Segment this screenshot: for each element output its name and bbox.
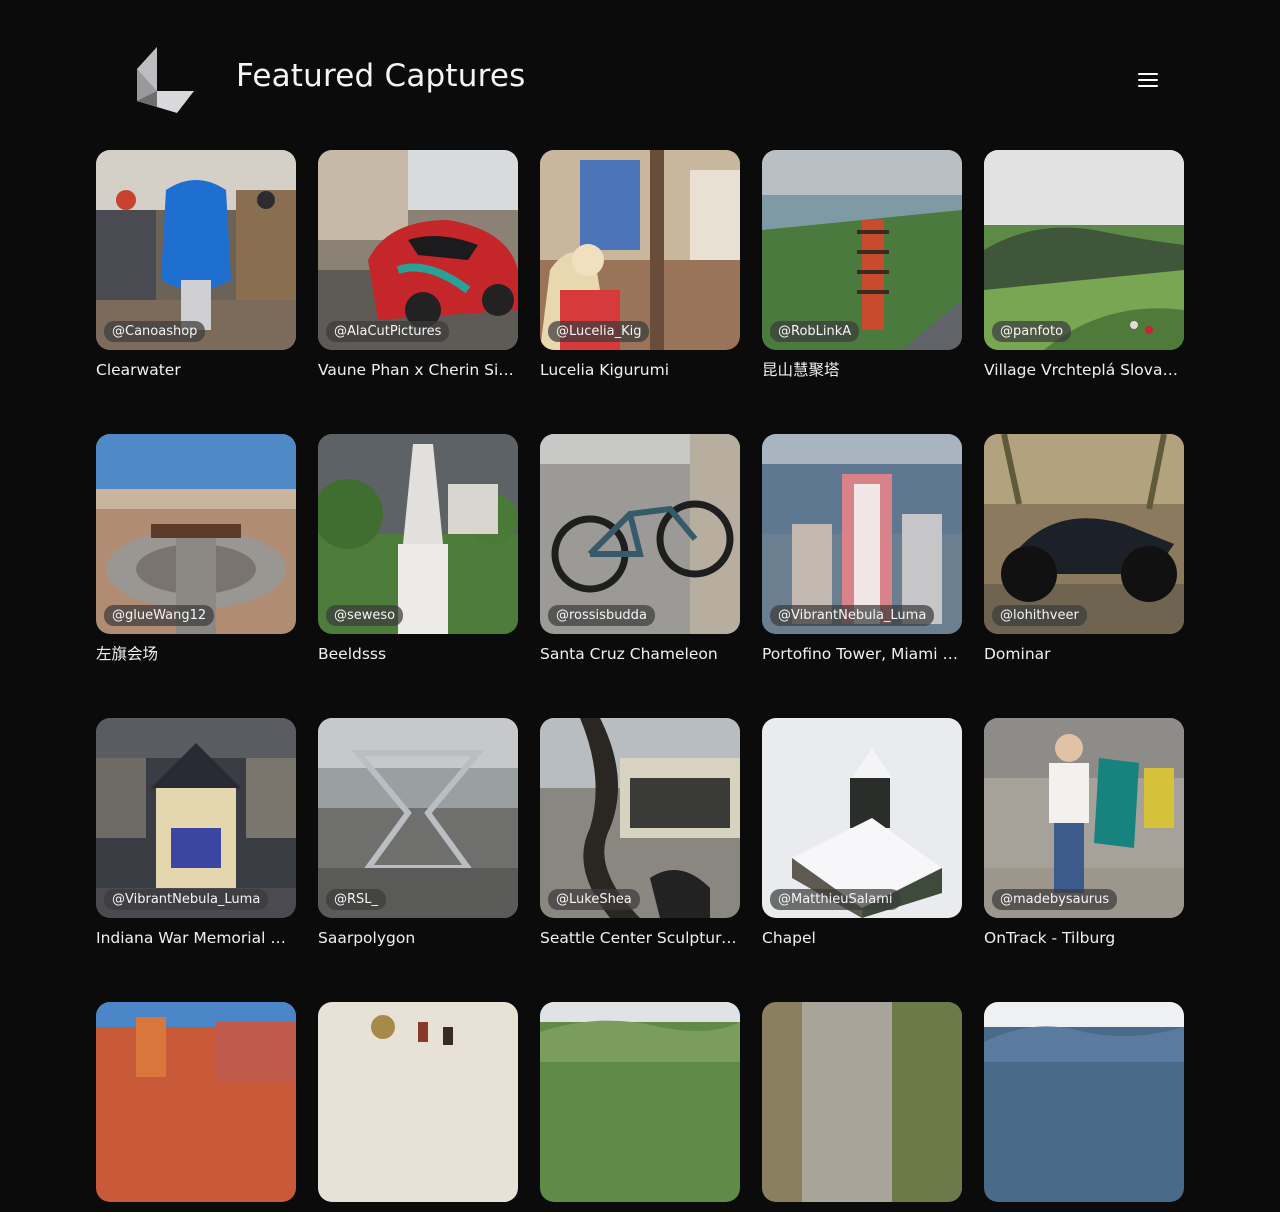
capture-card[interactable]: @VibrantNebula_Luma Portofino Tower, Mia… — [762, 434, 962, 664]
captures-grid: @Canoashop Clearwater @AlaCutPictures Va… — [96, 150, 1184, 1212]
capture-thumbnail[interactable]: @rossisbudda — [540, 434, 740, 634]
capture-title: Village Vrchteplá Slovakia — [984, 361, 1184, 379]
capture-card[interactable]: @lohithveer Dominar — [984, 434, 1184, 664]
capture-thumbnail[interactable] — [318, 1002, 518, 1202]
capture-card[interactable] — [540, 1002, 740, 1212]
capture-title: Seattle Center Sculpture Garden — [540, 929, 740, 947]
capture-title: Lucelia Kigurumi — [540, 361, 670, 379]
store-photo — [96, 150, 296, 350]
capture-thumbnail[interactable]: @RSL_ — [318, 718, 518, 918]
capture-thumbnail[interactable] — [96, 1002, 296, 1202]
room-photo — [540, 150, 740, 350]
author-handle: @AlaCutPictures — [326, 321, 450, 342]
author-handle: @RSL_ — [326, 889, 387, 910]
author-handle: @Canoashop — [104, 321, 206, 342]
capture-thumbnail[interactable]: @MatthieuSalami — [762, 718, 962, 918]
author-handle: @VibrantNebula_Luma — [770, 605, 935, 626]
author-handle: @panfoto — [992, 321, 1072, 342]
bicycle-photo — [540, 434, 740, 634]
capture-title: Dominar — [984, 645, 1051, 663]
capture-title: Clearwater — [96, 361, 181, 379]
capture-title: 昆山慧聚塔 — [762, 361, 840, 379]
capture-thumbnail[interactable] — [762, 1002, 962, 1202]
capture-thumbnail[interactable] — [984, 1002, 1184, 1202]
interior-photo — [318, 1002, 518, 1202]
page-header: Featured Captures — [0, 0, 1280, 150]
capture-card[interactable]: @VibrantNebula_Luma Indiana War Memorial… — [96, 718, 296, 948]
capture-title: Saarpolygon — [318, 929, 416, 947]
hills-photo — [540, 1002, 740, 1202]
capture-card[interactable] — [318, 1002, 518, 1212]
pagoda-photo — [762, 150, 962, 350]
motorcycle-photo — [984, 434, 1184, 634]
capture-thumbnail[interactable]: @lohithveer — [984, 434, 1184, 634]
capture-card[interactable]: @madebysaurus OnTrack - Tilburg — [984, 718, 1184, 948]
hamburger-menu-icon[interactable] — [1130, 63, 1166, 97]
capture-card[interactable]: @seweso Beeldsss — [318, 434, 518, 664]
capture-title: Santa Cruz Chameleon — [540, 645, 718, 663]
capture-title: Chapel — [762, 929, 816, 947]
memorial-photo — [96, 718, 296, 918]
capture-card[interactable] — [984, 1002, 1184, 1212]
capture-title: Portofino Tower, Miami Beach — [762, 645, 962, 663]
capture-thumbnail[interactable]: @panfoto — [984, 150, 1184, 350]
capture-title: Indiana War Memorial & Museum — [96, 929, 296, 947]
cube-corner-logo-icon[interactable] — [137, 47, 194, 113]
capture-card[interactable]: @LukeShea Seattle Center Sculpture Garde… — [540, 718, 740, 948]
capture-card[interactable]: @rossisbudda Santa Cruz Chameleon — [540, 434, 740, 664]
capture-card[interactable]: @RobLinkA 昆山慧聚塔 — [762, 150, 962, 380]
valley-photo — [984, 150, 1184, 350]
capture-card[interactable]: @panfoto Village Vrchteplá Slovakia — [984, 150, 1184, 380]
capture-thumbnail[interactable]: @LukeShea — [540, 718, 740, 918]
author-handle: @MatthieuSalami — [770, 889, 901, 910]
author-handle: @VibrantNebula_Luma — [104, 889, 269, 910]
capture-title: OnTrack - Tilburg — [984, 929, 1116, 947]
chapel-photo — [762, 718, 962, 918]
capture-thumbnail[interactable]: @glueWang12 — [96, 434, 296, 634]
capture-title: 左旗会场 — [96, 645, 159, 663]
harbor-houses-photo — [96, 1002, 296, 1202]
author-handle: @madebysaurus — [992, 889, 1118, 910]
capture-title: Vaune Phan x Cherin Simone — [318, 361, 518, 379]
garden-sculpture-photo — [540, 718, 740, 918]
fashion-photo — [984, 718, 1184, 918]
mountain-photo — [984, 1002, 1184, 1202]
author-handle: @LukeShea — [548, 889, 640, 910]
capture-thumbnail[interactable]: @seweso — [318, 434, 518, 634]
capture-thumbnail[interactable]: @Canoashop — [96, 150, 296, 350]
statue-photo — [318, 434, 518, 634]
capture-thumbnail[interactable]: @RobLinkA — [762, 150, 962, 350]
capture-thumbnail[interactable]: @madebysaurus — [984, 718, 1184, 918]
sculpture-photo — [318, 718, 518, 918]
capture-card[interactable] — [96, 1002, 296, 1212]
author-handle: @seweso — [326, 605, 404, 626]
tower-photo — [762, 434, 962, 634]
capture-card[interactable]: @Canoashop Clearwater — [96, 150, 296, 380]
capture-thumbnail[interactable]: @VibrantNebula_Luma — [762, 434, 962, 634]
capture-card[interactable]: @AlaCutPictures Vaune Phan x Cherin Simo… — [318, 150, 518, 380]
author-handle: @Lucelia_Kig — [548, 321, 650, 342]
author-handle: @RobLinkA — [770, 321, 860, 342]
capture-thumbnail[interactable]: @VibrantNebula_Luma — [96, 718, 296, 918]
author-handle: @rossisbudda — [548, 605, 655, 626]
author-handle: @lohithveer — [992, 605, 1087, 626]
car-photo — [318, 150, 518, 350]
capture-card[interactable]: @RSL_ Saarpolygon — [318, 718, 518, 948]
capture-card[interactable]: @glueWang12 左旗会场 — [96, 434, 296, 664]
capture-card[interactable] — [762, 1002, 962, 1212]
capture-card[interactable]: @MatthieuSalami Chapel — [762, 718, 962, 948]
capture-card[interactable]: @Lucelia_Kig Lucelia Kigurumi — [540, 150, 740, 380]
capture-thumbnail[interactable]: @Lucelia_Kig — [540, 150, 740, 350]
capture-thumbnail[interactable] — [540, 1002, 740, 1202]
capture-title: Beeldsss — [318, 645, 387, 663]
plaza-photo — [96, 434, 296, 634]
capture-thumbnail[interactable]: @AlaCutPictures — [318, 150, 518, 350]
wooden-tower-photo — [762, 1002, 962, 1202]
author-handle: @glueWang12 — [104, 605, 215, 626]
page-title: Featured Captures — [236, 58, 526, 94]
